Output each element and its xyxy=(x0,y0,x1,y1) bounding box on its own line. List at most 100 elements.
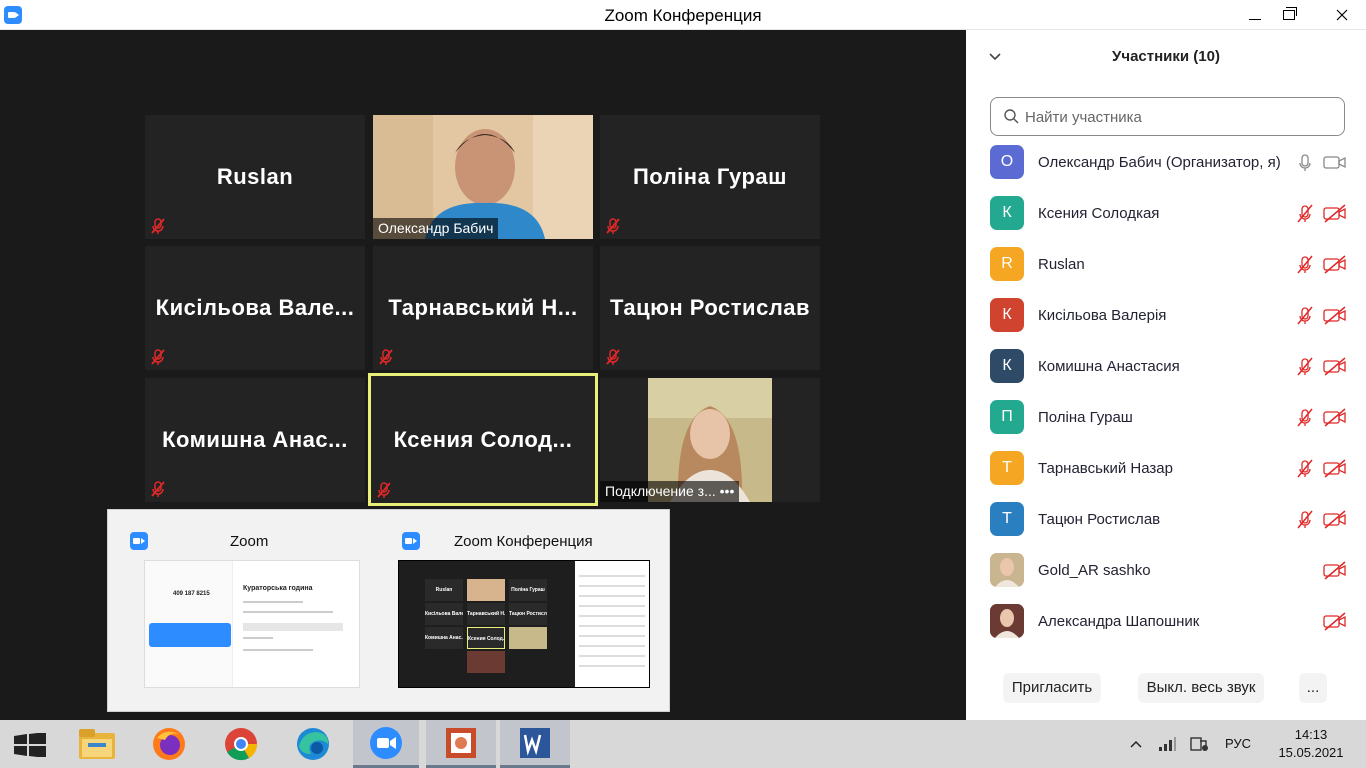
mini-tile: Ruslan xyxy=(425,579,463,601)
taskbar-file-explorer[interactable] xyxy=(62,720,132,768)
invite-button[interactable]: Пригласить xyxy=(1003,673,1101,703)
chevron-up-icon[interactable] xyxy=(1130,739,1142,749)
participant-name: Тацюн Ростислав xyxy=(1038,511,1161,528)
mini-tile: Поліна Гураш xyxy=(509,579,547,601)
mini-tile: Тацюн Ростислав xyxy=(509,603,547,625)
preview-zoom-home[interactable]: Zoom 409 187 8215 Кураторська година xyxy=(108,510,378,710)
video-tile-live[interactable]: Олександр Бабич xyxy=(373,115,593,239)
mic-muted-icon[interactable] xyxy=(1294,509,1316,529)
folder-icon xyxy=(79,729,115,759)
taskbar-preview-popup: Zoom 409 187 8215 Кураторська година Zoo… xyxy=(107,509,670,712)
mic-muted-icon[interactable] xyxy=(1294,203,1316,223)
mini-tile xyxy=(467,651,505,673)
preview-thumbnail: Ruslan Поліна Гураш Кисільова Вале... Та… xyxy=(398,560,650,688)
close-button[interactable] xyxy=(1318,0,1366,30)
mini-meeting-number: 409 187 8215 xyxy=(173,591,210,597)
video-tile[interactable]: Комишна Анас... xyxy=(145,378,365,502)
taskbar-word[interactable] xyxy=(500,720,570,768)
tile-name: Ruslan xyxy=(216,164,294,189)
more-button[interactable]: ... xyxy=(1299,673,1327,703)
participant-search[interactable] xyxy=(990,97,1345,136)
participant-name: Комишна Анастасия xyxy=(1038,358,1180,375)
mic-muted-icon xyxy=(151,349,165,365)
zoom-icon xyxy=(370,726,402,759)
participant-name: Ксения Солодкая xyxy=(1038,205,1160,222)
participant-row[interactable]: П Поліна Гураш xyxy=(966,397,1366,448)
windows-start-icon[interactable] xyxy=(14,733,46,757)
avatar: К xyxy=(990,349,1024,383)
mic-muted-icon[interactable] xyxy=(1294,407,1316,427)
tile-name: Поліна Гураш xyxy=(632,164,788,189)
video-tile[interactable]: Ruslan xyxy=(145,115,365,239)
network-icon[interactable] xyxy=(1158,736,1176,752)
participant-row[interactable]: Т Тарнавський Назар xyxy=(966,448,1366,499)
video-tile[interactable]: Кисільова Вале... xyxy=(145,246,365,370)
taskbar-firefox[interactable] xyxy=(134,720,204,768)
taskbar-edge[interactable] xyxy=(278,720,348,768)
camera-off-icon[interactable] xyxy=(1323,254,1347,274)
participant-name: Кисільова Валерія xyxy=(1038,307,1167,324)
clock-time: 14:13 xyxy=(1294,727,1328,742)
speaker-icon[interactable] xyxy=(1190,735,1210,753)
search-input[interactable] xyxy=(1025,104,1335,130)
participant-row[interactable]: Александра Шапошник xyxy=(966,601,1366,652)
language-indicator[interactable]: РУС xyxy=(1225,736,1251,751)
taskbar: РУС 14:13 15.05.2021 xyxy=(0,720,1366,768)
taskbar-chrome[interactable] xyxy=(206,720,276,768)
participant-name: Олександр Бабич (Организатор, я) xyxy=(1038,154,1281,171)
tile-name-label: Олександр Бабич xyxy=(373,218,499,239)
mic-muted-icon[interactable] xyxy=(1294,458,1316,478)
edge-icon xyxy=(297,728,329,760)
participant-name: Тарнавський Назар xyxy=(1038,460,1173,477)
preview-title: Zoom xyxy=(230,532,269,550)
clock[interactable]: 14:13 15.05.2021 xyxy=(1266,726,1356,762)
camera-off-icon[interactable] xyxy=(1323,458,1347,478)
video-tile[interactable]: Поліна Гураш xyxy=(600,115,820,239)
tile-name-label: Подключение з... ••• xyxy=(600,481,740,502)
participant-row[interactable]: Т Тацюн Ростислав xyxy=(966,499,1366,550)
mini-heading: Кураторська година xyxy=(243,585,313,592)
mic-muted-icon xyxy=(379,349,393,365)
mic-muted-icon[interactable] xyxy=(1294,305,1316,325)
video-tile[interactable]: Тацюн Ростислав xyxy=(600,246,820,370)
camera-off-icon[interactable] xyxy=(1323,356,1347,376)
tile-name: Ксения Солод... xyxy=(393,426,573,452)
zoom-icon xyxy=(130,532,148,550)
mute-all-button[interactable]: Выкл. весь звук xyxy=(1138,673,1264,703)
avatar xyxy=(990,553,1024,587)
video-tile-active-speaker[interactable]: Ксения Солод... xyxy=(368,373,598,506)
camera-off-icon[interactable] xyxy=(1323,560,1347,580)
participants-title: Участники (10) xyxy=(1112,48,1220,65)
meeting-gallery: Ruslan Олександр Бабич Поліна Гураш Кисі… xyxy=(0,30,966,720)
maximize-button[interactable] xyxy=(1266,0,1312,30)
participant-row[interactable]: К Ксения Солодкая xyxy=(966,193,1366,244)
participant-row[interactable]: Gold_AR sashko xyxy=(966,550,1366,601)
camera-off-icon[interactable] xyxy=(1323,203,1347,223)
participant-name: Александра Шапошник xyxy=(1038,613,1200,630)
avatar: П xyxy=(990,400,1024,434)
taskbar-powerpoint[interactable] xyxy=(426,720,496,768)
mic-muted-icon xyxy=(151,481,165,497)
preview-zoom-conference[interactable]: Zoom Конференция Ruslan Поліна Гураш Кис… xyxy=(380,510,650,710)
participant-row[interactable]: О Олександр Бабич (Организатор, я) xyxy=(966,142,1366,193)
mic-muted-icon[interactable] xyxy=(1294,356,1316,376)
video-tile[interactable]: Подключение з... ••• xyxy=(600,378,820,502)
camera-off-icon[interactable] xyxy=(1323,407,1347,427)
mic-icon[interactable] xyxy=(1294,152,1316,172)
participant-row[interactable]: К Кисільова Валерія xyxy=(966,295,1366,346)
tile-name: Комишна Анас... xyxy=(162,427,348,452)
camera-off-icon[interactable] xyxy=(1323,611,1347,631)
participant-row[interactable]: R Ruslan xyxy=(966,244,1366,295)
tile-name: Тацюн Ростислав xyxy=(609,295,811,320)
participant-row[interactable]: К Комишна Анастасия xyxy=(966,346,1366,397)
mini-tile xyxy=(509,627,547,649)
camera-off-icon[interactable] xyxy=(1323,305,1347,325)
camera-off-icon[interactable] xyxy=(1323,509,1347,529)
preview-thumbnail: 409 187 8215 Кураторська година xyxy=(144,560,360,688)
camera-icon[interactable] xyxy=(1323,152,1347,172)
mic-muted-icon[interactable] xyxy=(1294,254,1316,274)
mini-tile: Кисільова Вале... xyxy=(425,603,463,625)
taskbar-zoom[interactable] xyxy=(353,720,419,768)
mini-tile: Тарнавський Н... xyxy=(467,603,505,625)
video-tile[interactable]: Тарнавський Н... xyxy=(373,246,593,370)
